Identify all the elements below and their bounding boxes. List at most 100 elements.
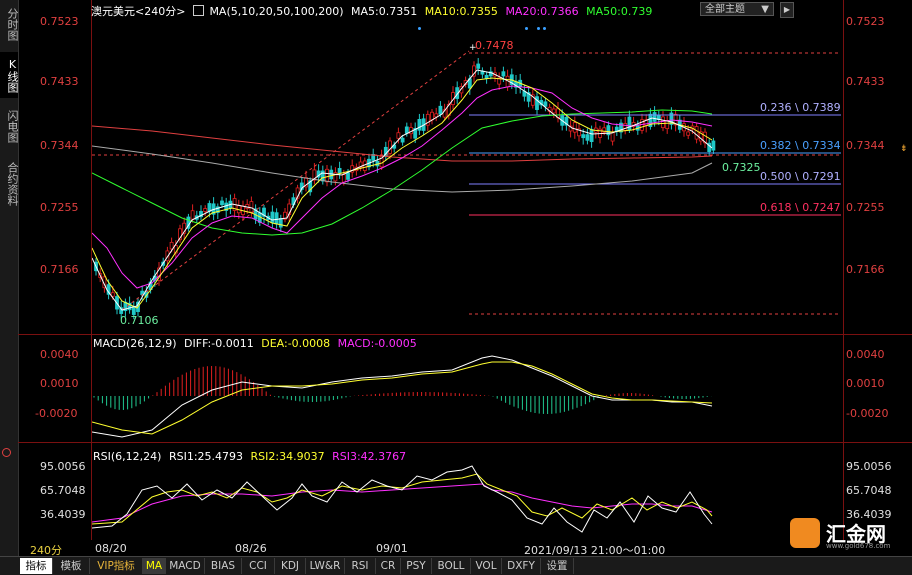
macd-chart xyxy=(92,355,713,438)
tab-rsi[interactable]: RSI xyxy=(345,558,376,574)
fib-0500-label: 0.500 \ 0.7291 xyxy=(760,170,841,183)
rsi-axis-right: 95.0056 xyxy=(846,460,892,473)
theme-dropdown[interactable]: 全部主题 ▼ xyxy=(700,2,774,16)
candle-body xyxy=(585,134,590,141)
price-label-left: 0.7523 xyxy=(40,15,79,28)
candle-body xyxy=(337,168,342,174)
candle-body xyxy=(589,129,594,143)
rsi-chart xyxy=(92,465,713,533)
sidebar-tab-flash[interactable]: 闪电图 xyxy=(0,104,19,148)
rsi-settings-icon[interactable] xyxy=(2,448,11,457)
tab-boll[interactable]: BOLL xyxy=(432,558,471,574)
candle-body xyxy=(543,101,548,107)
pane-separator-main xyxy=(18,334,912,335)
ma10-value: MA10:0.7355 xyxy=(424,5,498,18)
candle-body xyxy=(417,119,422,131)
tab-设置[interactable]: 设置 xyxy=(541,558,574,574)
tab-kdj[interactable]: KDJ xyxy=(275,558,306,574)
ma-params: MA(5,10,20,50,100,200) xyxy=(209,5,344,18)
candle-body xyxy=(190,210,195,220)
tab-模板[interactable]: 模板 xyxy=(53,558,90,574)
price-label-left: 0.7344 xyxy=(40,139,79,152)
fib-0618-label: 0.618 \ 0.7247 xyxy=(760,201,841,214)
macd-axis-left: 0.0010 xyxy=(40,377,79,390)
candle-body xyxy=(476,63,481,69)
rsi-axis-left: 65.7048 xyxy=(40,484,86,497)
tab-ma[interactable]: MA xyxy=(143,558,166,574)
tab-vip指标[interactable]: VIP指标 xyxy=(90,558,143,574)
macd-title: MACD(26,12,9) xyxy=(93,337,177,350)
scroll-right-icon[interactable]: ▶ xyxy=(780,2,794,18)
rsi-axis-left: 36.4039 xyxy=(40,508,86,521)
tab-vol[interactable]: VOL xyxy=(471,558,502,574)
rsi1-line xyxy=(92,465,713,533)
indicator-tab-bar: 指标 模板 VIP指标 MA MACD BIAS CCI KDJ LW&R RSI CR PSY BOL… xyxy=(0,556,912,575)
candle-body xyxy=(388,140,392,154)
tab-lw&r[interactable]: LW&R xyxy=(306,558,345,574)
candle-body xyxy=(207,203,212,212)
price-label-right: 0.7433 xyxy=(846,75,885,88)
gold678-logo: 汇金网 www.gold678.com xyxy=(790,516,902,552)
candle-body xyxy=(438,105,443,115)
tab-指标[interactable]: 指标 xyxy=(20,558,53,574)
candle-body xyxy=(551,108,556,114)
macd-axis-right: -0.0020 xyxy=(846,407,889,420)
indicator-icon[interactable] xyxy=(192,5,204,16)
chevron-down-icon: ▼ xyxy=(761,4,769,15)
ma50-line xyxy=(92,109,713,236)
tab-dxfy[interactable]: DXFY xyxy=(502,558,541,574)
candle-body xyxy=(325,168,329,183)
signal-dot xyxy=(537,27,540,30)
price-label-left: 0.7433 xyxy=(40,75,79,88)
ma50-value: MA50:0.739 xyxy=(586,5,653,18)
theme-dropdown-label: 全部主题 xyxy=(705,4,745,15)
sidebar-tab-contract[interactable]: 合约资料 xyxy=(0,156,19,212)
sidebar-tab-timeshare[interactable]: 分时图 xyxy=(0,4,19,44)
price-label-left: 0.7166 xyxy=(40,263,79,276)
candle-body xyxy=(581,134,586,139)
pane-separator-macd xyxy=(18,442,912,443)
candle-body xyxy=(627,116,632,131)
instrument-title: 澳元美元<240分> xyxy=(91,5,186,18)
price-label-right: 0.7255 xyxy=(846,201,885,214)
logo-mark-icon xyxy=(790,518,820,548)
candle-body xyxy=(694,126,699,140)
price-label-left: 0.7255 xyxy=(40,201,79,214)
candle-body xyxy=(623,123,628,131)
price-label-right: 0.7523 xyxy=(846,15,885,28)
candle-body xyxy=(610,132,615,142)
candle-body xyxy=(396,132,401,139)
ma20-value: MA20:0.7366 xyxy=(505,5,579,18)
tab-bias[interactable]: BIAS xyxy=(205,558,242,574)
candle-body xyxy=(686,131,691,136)
signal-dot xyxy=(418,27,421,30)
candle-body xyxy=(572,122,577,133)
tab-cr[interactable]: CR xyxy=(376,558,401,574)
candle-body xyxy=(278,218,283,228)
tab-cci[interactable]: CCI xyxy=(242,558,275,574)
tab-psy[interactable]: PSY xyxy=(401,558,432,574)
logo-url: www.gold678.com xyxy=(826,542,891,550)
tab-macd[interactable]: MACD xyxy=(166,558,205,574)
candle-body xyxy=(320,170,325,182)
price-label-right: 0.7344 xyxy=(846,139,885,152)
candle-body xyxy=(484,74,489,79)
sidebar-tab-kline[interactable]: K线图 xyxy=(0,52,19,98)
candle-body xyxy=(711,140,716,151)
candle-body xyxy=(169,241,174,250)
last-price-label: 0.7325 xyxy=(722,161,761,174)
candle-body xyxy=(652,112,657,122)
macd-diff: DIFF:-0.0011 xyxy=(184,337,254,350)
signal-dot xyxy=(543,27,546,30)
sidebar: 分时图 K线图 闪电图 合约资料 xyxy=(0,0,19,574)
high-price-label: 0.7478 xyxy=(475,39,514,52)
macd-axis-left: -0.0020 xyxy=(35,407,78,420)
macd-value: MACD:-0.0005 xyxy=(337,337,417,350)
macd-dea-line xyxy=(92,361,713,435)
candle-body xyxy=(270,211,275,223)
candle-body xyxy=(274,212,279,225)
rsi-axis-left: 95.0056 xyxy=(40,460,86,473)
date-label: 09/01 xyxy=(376,542,408,555)
macd-axis-right: 0.0010 xyxy=(846,377,885,390)
date-label: 08/26 xyxy=(235,542,267,555)
